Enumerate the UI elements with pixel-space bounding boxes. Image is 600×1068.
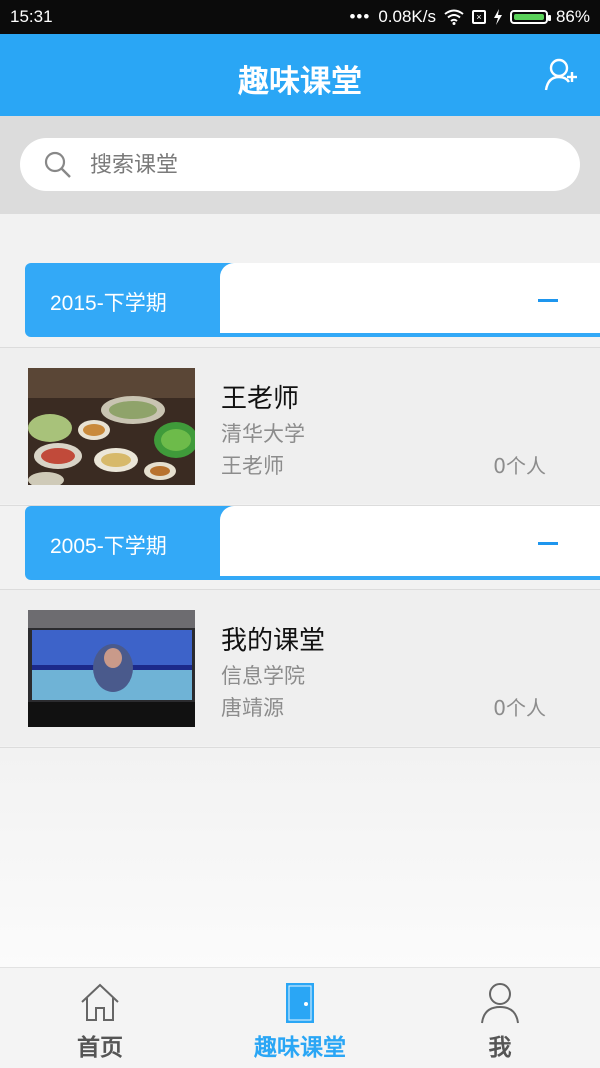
search-icon — [44, 151, 71, 178]
search-area — [0, 116, 600, 214]
user-icon — [481, 983, 519, 1024]
page-title: 趣味课堂 — [238, 64, 362, 100]
course-item[interactable]: 我的课堂 信息学院 唐靖源 0个人 — [0, 590, 600, 746]
search-input[interactable] — [88, 146, 562, 184]
dots-icon: ••• — [349, 7, 371, 26]
battery-percent: 86% — [555, 7, 590, 26]
search-box[interactable] — [20, 138, 580, 191]
tab-label: 首页 — [77, 1035, 123, 1061]
semester-label: 2005-下学期 — [50, 535, 167, 558]
network-speed: 0.08K/s — [378, 7, 436, 26]
charging-icon — [493, 9, 502, 25]
course-item[interactable]: 王老师 清华大学 王老师 0个人 — [0, 348, 600, 504]
member-count: 0个人 — [493, 696, 546, 720]
battery-icon — [509, 10, 551, 24]
course-thumbnail — [28, 610, 195, 727]
add-user-icon[interactable] — [544, 57, 580, 93]
course-school: 清华大学 — [221, 422, 305, 446]
tab-label: 我 — [488, 1035, 512, 1061]
status-time: 15:31 — [10, 7, 53, 26]
course-name: 我的课堂 — [221, 626, 326, 656]
semester-label: 2015-下学期 — [50, 292, 167, 315]
door-icon — [286, 983, 314, 1023]
semester-bar-cutout — [220, 263, 600, 333]
status-right: ••• 0.08K/s × 86% — [349, 7, 590, 27]
tab-label: 趣味课堂 — [254, 1035, 346, 1061]
wifi-icon — [444, 9, 464, 25]
collapse-icon[interactable] — [538, 299, 558, 302]
bottom-tab-bar: 首页 趣味课堂 我 — [0, 967, 600, 1068]
tab-classroom[interactable]: 趣味课堂 — [200, 968, 400, 1068]
semester-header-2015[interactable]: 2015-下学期 — [25, 263, 600, 337]
course-school: 信息学院 — [221, 664, 305, 688]
semester-bar-cutout — [220, 506, 600, 576]
member-count: 0个人 — [493, 454, 546, 478]
no-sim-icon: × — [471, 10, 486, 24]
empty-area — [0, 748, 600, 967]
tab-me[interactable]: 我 — [400, 968, 600, 1068]
course-name: 王老师 — [221, 384, 300, 414]
course-teacher: 王老师 — [221, 454, 284, 478]
course-teacher: 唐靖源 — [221, 696, 284, 720]
course-thumbnail — [28, 368, 195, 485]
semester-header-2005[interactable]: 2005-下学期 — [25, 506, 600, 580]
status-bar: 15:31 ••• 0.08K/s × 86% — [0, 0, 600, 34]
app-header: 趣味课堂 — [0, 34, 600, 116]
collapse-icon[interactable] — [538, 542, 558, 545]
tab-home[interactable]: 首页 — [0, 968, 200, 1068]
home-icon — [81, 983, 119, 1021]
